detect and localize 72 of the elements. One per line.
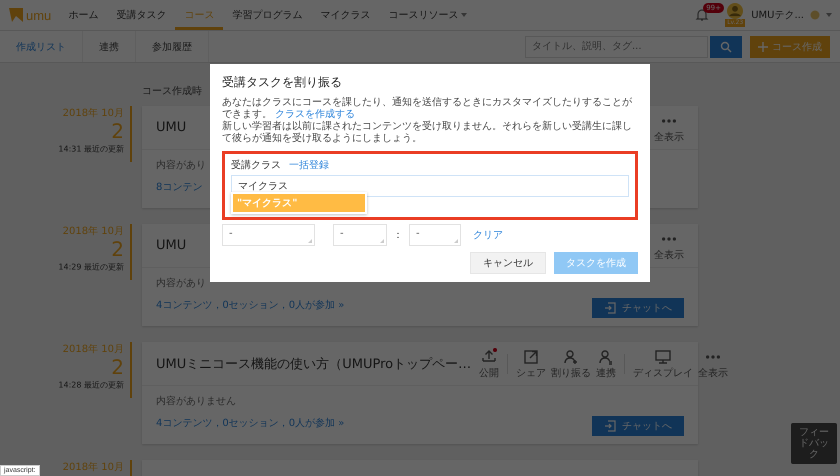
feedback-button[interactable]: フィードバック — [791, 423, 837, 464]
clear-link[interactable]: クリア — [473, 228, 503, 242]
updated-time: 14:29 最近の更新 — [58, 262, 124, 273]
link-action-button[interactable]: 連携 — [596, 348, 616, 380]
course-month: 2018年 10月 — [62, 461, 124, 474]
search-icon — [720, 40, 732, 52]
share-action-button[interactable]: シェア — [516, 348, 546, 380]
create-class-link[interactable]: クラスを作成する — [275, 109, 356, 120]
sub-tab[interactable]: 参加履歴 — [136, 31, 209, 62]
course-title: UMU — [156, 120, 186, 135]
course-summary: 内容がありません — [156, 394, 236, 408]
create-course-button[interactable]: コース作成 — [750, 36, 830, 58]
more-icon — [662, 236, 676, 240]
monitor-icon — [654, 348, 672, 366]
external-link-icon — [522, 348, 540, 366]
display-action-button[interactable]: ディスプレイ — [633, 348, 694, 380]
more-icon — [706, 354, 720, 358]
minute-select[interactable]: - — [409, 224, 461, 246]
dialog-title: 受講タスクを割り振る — [222, 74, 343, 91]
nav-tab[interactable]: ホーム — [59, 0, 108, 30]
course-month: 2018年 10月 — [62, 343, 124, 356]
plus-icon — [758, 42, 768, 52]
time-separator: ： — [393, 229, 403, 242]
course-month: 2018年 10月 — [62, 225, 124, 238]
date-select[interactable]: - — [222, 224, 315, 246]
updated-time: 14:28 最近の更新 — [58, 380, 124, 391]
course-month: 2018年 10月 — [62, 107, 124, 120]
description-note: 新しい学習者は以前に課されたコンテンツを受け取りません。それらを新しい受講生に課して彼らが通知を受け取るようにしましょう。 — [222, 121, 633, 145]
logo-text: umu — [26, 8, 52, 22]
nav-tab[interactable]: 学習プログラム — [223, 0, 312, 30]
assign-action-button[interactable]: 割り振る — [551, 348, 592, 380]
nav-tab[interactable]: コースリソース — [379, 0, 476, 30]
nav-tab[interactable]: マイクラス — [311, 0, 380, 30]
caret-icon — [461, 13, 468, 17]
enter-icon — [604, 302, 616, 314]
medal-icon — [810, 10, 820, 20]
more-action-button[interactable]: 全表示 — [698, 348, 728, 380]
description-text: あなたはクラスにコースを課したり、通知を送信するときにカスタマイズしたりすることができます。 クラスを作成する — [222, 97, 633, 120]
course-title: UMUミニコース機能の使い方（UMUProトップペー… — [156, 356, 472, 372]
course-title: UMU — [156, 238, 186, 253]
chat-button[interactable]: チャットへ — [592, 416, 684, 436]
course-stats-link[interactable]: 8コンテン — [156, 180, 202, 194]
bulk-register-link[interactable]: 一括登録 — [289, 158, 329, 172]
enter-icon — [604, 420, 616, 432]
more-icon — [662, 118, 676, 122]
course-summary: 内容があり — [156, 276, 206, 290]
updated-time: 14:31 最近の更新 — [58, 144, 124, 155]
search-button[interactable] — [710, 36, 742, 58]
more-action-button[interactable]: 全表示 — [654, 112, 684, 144]
cancel-button[interactable]: キャンセル — [470, 252, 546, 274]
hour-select[interactable]: - — [333, 224, 387, 246]
class-input-field[interactable]: マイクラス — [231, 175, 629, 197]
sub-tab[interactable]: 作成リスト — [0, 31, 83, 62]
suggestion-item[interactable]: "マイクラス" — [233, 194, 365, 212]
field-label: 受講クラス — [231, 158, 281, 172]
nav-tab[interactable]: 受講タスク — [107, 0, 176, 30]
avatar-icon[interactable] — [727, 3, 744, 19]
user-name[interactable]: UMUテク... — [751, 8, 804, 22]
course-summary: 内容があり — [156, 158, 206, 172]
list-heading: コース作成時 — [142, 84, 202, 98]
caret-icon[interactable] — [826, 13, 832, 17]
publish-action-button[interactable]: 公開 — [479, 348, 500, 380]
more-action-button[interactable]: 全表示 — [654, 230, 684, 262]
chat-button[interactable]: チャットへ — [592, 298, 684, 318]
sub-tab[interactable]: 連携 — [83, 31, 136, 62]
course-day: 2 — [111, 120, 124, 142]
course-stats-link[interactable]: 4コンテンツ，0セッション，0人が参加 » — [156, 416, 344, 436]
course-stats-link[interactable]: 4コンテンツ，0セッション，0人が参加 » — [156, 298, 344, 318]
logo-icon — [8, 7, 24, 23]
course-day: 2 — [111, 238, 124, 260]
alert-dot — [493, 348, 498, 352]
course-day: 2 — [111, 356, 124, 378]
